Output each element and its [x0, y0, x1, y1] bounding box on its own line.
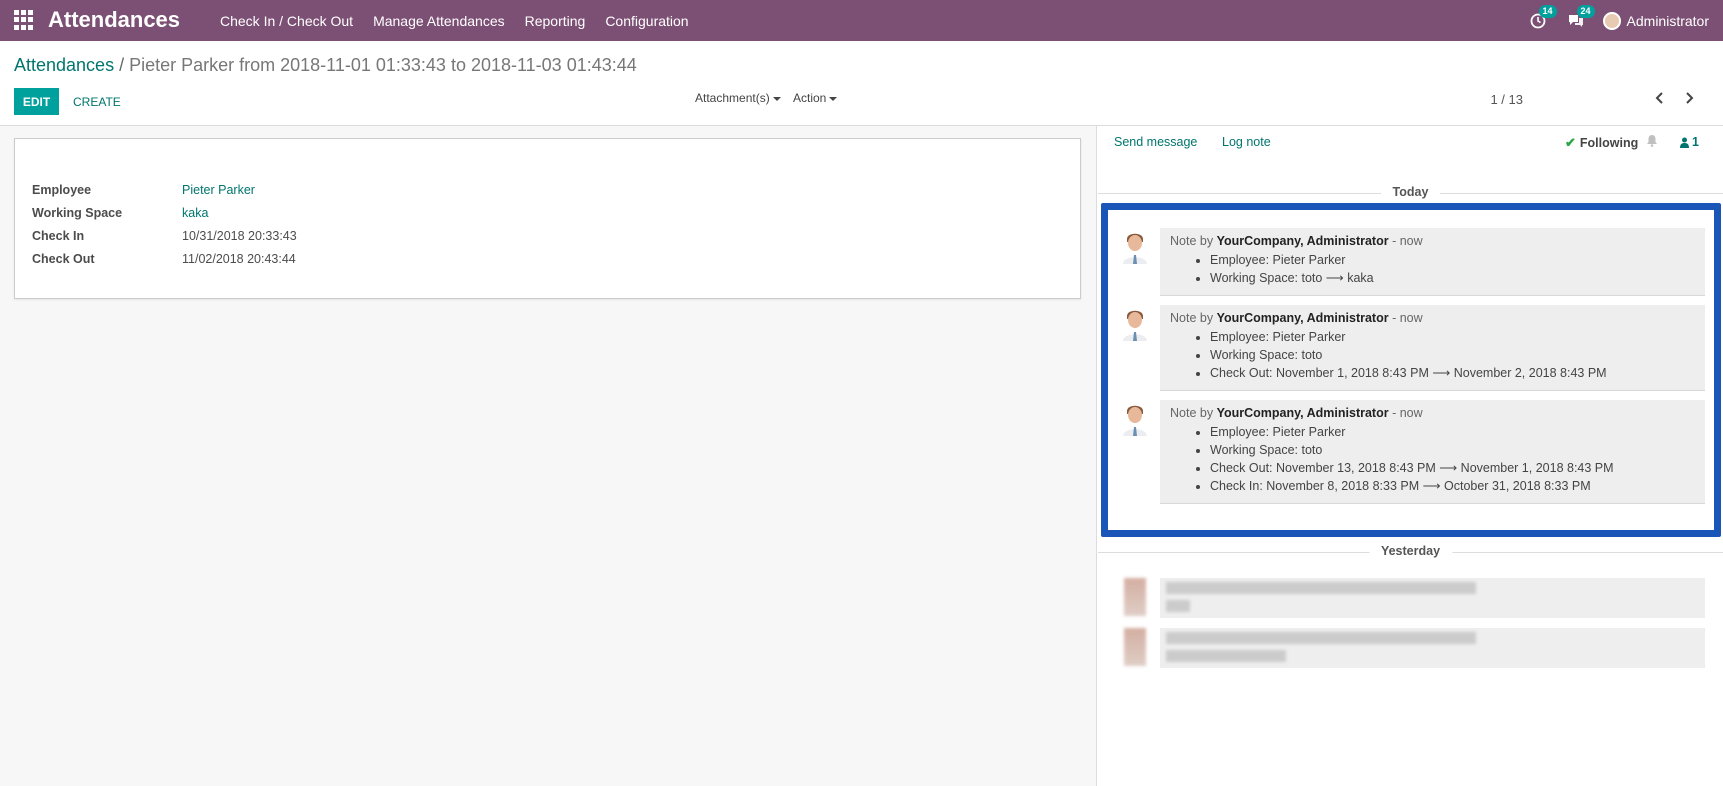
check-in-value: 10/31/2018 20:33:43: [182, 229, 297, 243]
message-body: [1160, 628, 1705, 668]
attachments-dropdown[interactable]: Attachment(s): [695, 91, 781, 105]
message-header: Note by YourCompany, Administrator - now: [1170, 406, 1695, 420]
avatar: [1124, 628, 1146, 666]
avatar: [1118, 228, 1152, 264]
activity-badge: 14: [1538, 4, 1557, 18]
message-time: - now: [1392, 311, 1423, 325]
yesterday-label: Yesterday: [1368, 544, 1453, 558]
breadcrumb: Attendances / Pieter Parker from 2018-11-0…: [14, 55, 637, 76]
tracking-item: Employee: Pieter Parker: [1210, 328, 1695, 346]
today-label: Today: [1380, 185, 1441, 199]
field-working-space: Working Space kaka: [32, 206, 208, 220]
edit-button[interactable]: EDIT: [14, 88, 59, 115]
create-button[interactable]: CREATE: [73, 88, 121, 115]
tracking-item: Check Out: November 1, 2018 8:43 PM ⟶ No…: [1210, 364, 1695, 382]
working-space-link[interactable]: kaka: [182, 206, 208, 220]
menu-reporting[interactable]: Reporting: [515, 13, 596, 29]
message-body: Note by YourCompany, Administrator - now…: [1160, 400, 1705, 504]
page-title: Pieter Parker from 2018-11-01 01:33:43 t…: [129, 55, 637, 75]
attachments-label: Attachment(s): [695, 91, 770, 105]
followers-button[interactable]: 1: [1680, 135, 1699, 149]
pager-value[interactable]: 1 / 13: [1490, 92, 1523, 107]
tracking-item: Employee: Pieter Parker: [1210, 251, 1695, 269]
pager-next-button[interactable]: [1684, 91, 1694, 107]
action-label: Action: [793, 91, 827, 105]
message-author[interactable]: YourCompany, Administrator: [1217, 311, 1389, 325]
message-prefix: Note by: [1170, 311, 1214, 325]
menu-check-in-check-out[interactable]: Check In / Check Out: [210, 13, 363, 29]
user-menu[interactable]: Administrator: [1602, 11, 1709, 30]
chatter: Send message Log note ✔ Following 1 Toda…: [1098, 126, 1723, 786]
field-check-out: Check Out 11/02/2018 20:43:44: [32, 252, 296, 266]
avatar: [1602, 11, 1621, 30]
form-sheet: Employee Pieter Parker Working Space kak…: [14, 138, 1081, 299]
form-view: Employee Pieter Parker Working Space kak…: [0, 126, 1097, 786]
followers-count: 1: [1692, 135, 1699, 149]
tracking-list: Employee: Pieter Parker Working Space: t…: [1170, 328, 1695, 382]
field-label: Check Out: [32, 252, 95, 266]
message-body: Note by YourCompany, Administrator - now…: [1160, 305, 1705, 391]
check-out-value: 11/02/2018 20:43:44: [182, 252, 296, 266]
message-time: - now: [1392, 406, 1423, 420]
chevron-left-icon: [1655, 92, 1663, 104]
caret-down-icon: [772, 96, 781, 101]
tracking-item: Working Space: toto: [1210, 441, 1695, 459]
tracking-item: Employee: Pieter Parker: [1210, 423, 1695, 441]
avatar: [1118, 400, 1152, 436]
avatar: [1118, 305, 1152, 341]
user-icon: [1680, 137, 1689, 148]
bell-icon[interactable]: [1646, 134, 1658, 150]
blurred-message: [1112, 628, 1712, 668]
main-menu: Check In / Check Out Manage Attendances …: [210, 0, 699, 41]
message-prefix: Note by: [1170, 406, 1214, 420]
messaging-button[interactable]: 24: [1565, 4, 1595, 32]
tracking-list: Employee: Pieter Parker Working Space: t…: [1170, 251, 1695, 287]
pager-previous-button[interactable]: [1655, 91, 1665, 107]
app-title: Attendances: [48, 7, 181, 32]
tracking-list: Employee: Pieter Parker Working Space: t…: [1170, 423, 1695, 495]
chevron-right-icon: [1686, 92, 1694, 104]
employee-link[interactable]: Pieter Parker: [182, 183, 255, 197]
menu-configuration[interactable]: Configuration: [595, 13, 698, 29]
action-dropdown[interactable]: Action: [793, 91, 838, 105]
tracking-item: Working Space: toto: [1210, 346, 1695, 364]
menu-manage-attendances[interactable]: Manage Attendances: [363, 13, 515, 29]
message-header: Note by YourCompany, Administrator - now: [1170, 234, 1695, 248]
user-name: Administrator: [1626, 12, 1709, 29]
following-button[interactable]: ✔ Following: [1565, 135, 1638, 151]
avatar: [1124, 578, 1146, 616]
tracking-item: Working Space: toto ⟶ kaka: [1210, 269, 1695, 287]
message-prefix: Note by: [1170, 234, 1214, 248]
message-body: Note by YourCompany, Administrator - now…: [1160, 228, 1705, 296]
breadcrumb-attendances-link[interactable]: Attendances: [14, 55, 114, 75]
send-message-button[interactable]: Send message: [1114, 135, 1197, 149]
messages-badge: 24: [1576, 4, 1595, 18]
check-icon: ✔: [1565, 135, 1576, 150]
systray: 14 24 Administrator: [1527, 0, 1709, 41]
caret-down-icon: [829, 96, 838, 101]
message-author[interactable]: YourCompany, Administrator: [1217, 406, 1389, 420]
tracking-item: Check Out: November 13, 2018 8:43 PM ⟶ N…: [1210, 459, 1695, 477]
message-body: [1160, 578, 1705, 618]
activity-button[interactable]: 14: [1527, 4, 1557, 32]
message-header: Note by YourCompany, Administrator - now: [1170, 311, 1695, 325]
following-label: Following: [1579, 136, 1639, 150]
breadcrumb-separator: /: [119, 55, 125, 75]
control-panel: Attendances / Pieter Parker from 2018-11-0…: [0, 41, 1723, 126]
log-note-button[interactable]: Log note: [1222, 135, 1271, 149]
top-navbar: Attendances Check In / Check Out Manage …: [0, 0, 1723, 41]
message-author[interactable]: YourCompany, Administrator: [1217, 234, 1389, 248]
apps-grid-icon[interactable]: [14, 10, 34, 30]
field-label: Check In: [32, 229, 85, 243]
tracking-item: Check In: November 8, 2018 8:33 PM ⟶ Oct…: [1210, 477, 1695, 495]
chatter-topbar: Send message Log note ✔ Following 1: [1098, 126, 1723, 158]
field-label: Employee: [32, 183, 92, 197]
day-separator-yesterday: Yesterday: [1098, 542, 1723, 562]
field-label: Working Space: [32, 206, 123, 220]
field-employee: Employee Pieter Parker: [32, 183, 255, 197]
blurred-message: [1112, 578, 1712, 618]
field-check-in: Check In 10/31/2018 20:33:43: [32, 229, 297, 243]
day-separator-today: Today: [1098, 183, 1723, 203]
message-time: - now: [1392, 234, 1423, 248]
